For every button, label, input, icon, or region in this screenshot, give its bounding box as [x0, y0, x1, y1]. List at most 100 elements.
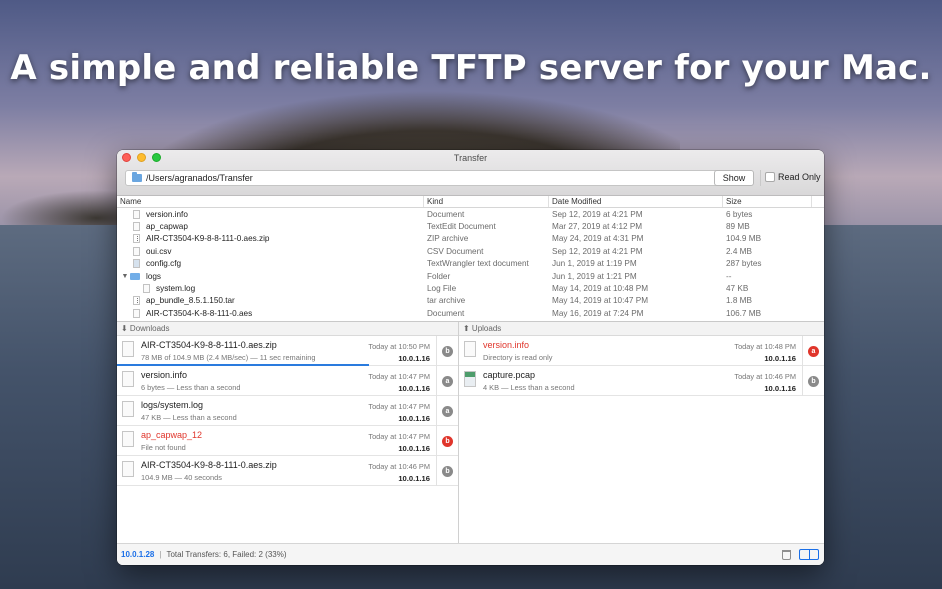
file-size: 47 KB [726, 284, 749, 294]
downloads-header: ⬇ Downloads [117, 322, 458, 336]
column-kind[interactable]: Kind [424, 196, 549, 207]
read-only-checkbox[interactable] [765, 172, 775, 182]
file-kind: Document [427, 308, 465, 318]
transfer-time: Today at 10:47 PM [368, 432, 430, 441]
config-file-icon [133, 259, 140, 269]
transfer-ip: 10.0.1.16 [398, 444, 430, 453]
file-date: Sep 12, 2019 at 4:21 PM [552, 209, 643, 219]
document-icon [133, 308, 140, 318]
download-item[interactable]: ap_capwap_12 File not found Today at 10:… [117, 426, 458, 456]
mode-badge: b [442, 466, 453, 477]
document-icon [133, 209, 140, 219]
transfer-filename: logs/system.log [141, 400, 204, 410]
status-bar: 10.0.1.28 | Total Transfers: 6, Failed: … [117, 543, 824, 565]
transfer-ip: 10.0.1.16 [764, 384, 796, 393]
file-list-header: Name Kind Date Modified Size [117, 196, 824, 208]
uploads-pane: ⬆ Uploads version.info Directory is read… [459, 322, 824, 544]
upload-item[interactable]: version.info Directory is read only Toda… [459, 336, 824, 366]
transfer-time: Today at 10:46 PM [368, 462, 430, 471]
file-name: logs [146, 271, 162, 281]
read-only-toggle[interactable]: Read Only [765, 172, 821, 182]
divider [802, 366, 803, 396]
file-row[interactable]: AIR-CT3504-K-8-8-111-0.aes Document May … [117, 307, 824, 319]
file-row[interactable]: oui.csv CSV Document Sep 12, 2019 at 4:2… [117, 245, 824, 257]
divider [436, 456, 437, 486]
file-row[interactable]: ap_capwap TextEdit Document Mar 27, 2019… [117, 220, 824, 232]
transfer-time: Today at 10:47 PM [368, 402, 430, 411]
divider [436, 426, 437, 456]
show-button[interactable]: Show [714, 170, 754, 186]
transfer-time: Today at 10:47 PM [368, 372, 430, 381]
download-item[interactable]: AIR-CT3504-K9-8-8-111-0.aes.zip 104.9 MB… [117, 456, 458, 486]
document-icon [122, 401, 134, 417]
zip-file-icon [122, 461, 134, 477]
transfer-time: Today at 10:50 PM [368, 342, 430, 351]
document-icon [464, 341, 476, 357]
file-name: version.info [146, 209, 188, 219]
headline: A simple and reliable TFTP server for yo… [10, 48, 932, 88]
file-date: Jun 1, 2019 at 1:19 PM [552, 259, 637, 269]
transfer-ip: 10.0.1.16 [398, 414, 430, 423]
file-row[interactable]: config.cfg TextWrangler text document Ju… [117, 258, 824, 270]
column-size[interactable]: Size [723, 196, 812, 207]
read-only-label: Read Only [778, 172, 821, 182]
mode-badge: b [442, 436, 453, 447]
folder-icon [132, 172, 142, 182]
document-icon [122, 431, 134, 447]
split-view-icon[interactable] [799, 549, 819, 560]
trash-icon[interactable] [782, 550, 791, 560]
transfer-filename: ap_capwap_12 [141, 430, 203, 440]
divider [436, 366, 437, 396]
file-name: system.log [156, 284, 196, 294]
document-icon [133, 246, 140, 256]
file-kind: Folder [427, 271, 451, 281]
file-kind: TextWrangler text document [427, 259, 529, 269]
column-date-modified[interactable]: Date Modified [549, 196, 723, 207]
file-size: 6 bytes [726, 209, 753, 219]
transfer-detail: 47 KB — Less than a second [141, 413, 237, 422]
file-list: Name Kind Date Modified Size version.inf… [117, 196, 824, 319]
file-size: 2.4 MB [726, 246, 752, 256]
transfer-panes: ⬇ Downloads AIR-CT3504-K9-8-8-111-0.aes.… [117, 321, 824, 544]
transfer-filename: version.info [141, 370, 188, 380]
server-ip: 10.0.1.28 [121, 550, 155, 559]
document-icon [122, 371, 134, 387]
transfer-ip: 10.0.1.16 [764, 354, 796, 363]
downloads-pane: ⬇ Downloads AIR-CT3504-K9-8-8-111-0.aes.… [117, 322, 459, 544]
download-item[interactable]: version.info 6 bytes — Less than a secon… [117, 366, 458, 396]
file-date: May 14, 2019 at 10:47 PM [552, 296, 649, 306]
path-popup[interactable]: /Users/agranados/Transfer ▲▼ [125, 170, 726, 186]
column-name[interactable]: Name [117, 196, 424, 207]
file-row[interactable]: version.info Document Sep 12, 2019 at 4:… [117, 208, 824, 220]
file-date: Mar 27, 2019 at 4:12 PM [552, 222, 643, 232]
download-item[interactable]: AIR-CT3504-K9-8-8-111-0.aes.zip 78 MB of… [117, 336, 458, 366]
file-kind: ZIP archive [427, 234, 469, 244]
file-name: ap_bundle_8.5.1.150.tar [146, 296, 235, 306]
upload-item[interactable]: capture.pcap 4 KB — Less than a second T… [459, 366, 824, 396]
file-date: May 24, 2019 at 4:31 PM [552, 234, 644, 244]
disclosure-triangle-icon[interactable]: ▼ [120, 273, 130, 280]
titlebar: Transfer /Users/agranados/Transfer ▲▼ Sh… [117, 150, 824, 196]
file-row[interactable]: AIR-CT3504-K9-8-8-111-0.aes.zip ZIP arch… [117, 233, 824, 245]
transfer-time: Today at 10:48 PM [734, 342, 796, 351]
transfer-window: Transfer /Users/agranados/Transfer ▲▼ Sh… [117, 150, 824, 565]
toolbar-divider [760, 170, 761, 186]
mode-badge: a [442, 406, 453, 417]
archive-icon [133, 296, 140, 306]
file-size: -- [726, 271, 732, 281]
file-date: Jun 1, 2019 at 1:21 PM [552, 271, 637, 281]
file-name: AIR-CT3504-K-8-8-111-0.aes [146, 308, 253, 318]
transfer-filename: capture.pcap [483, 370, 536, 380]
file-row[interactable]: ap_bundle_8.5.1.150.tar tar archive May … [117, 295, 824, 307]
file-row[interactable]: system.log Log File May 14, 2019 at 10:4… [117, 282, 824, 294]
file-date: Sep 12, 2019 at 4:21 PM [552, 246, 643, 256]
file-size: 89 MB [726, 222, 750, 232]
pcap-file-icon [464, 371, 476, 387]
transfer-detail: 78 MB of 104.9 MB (2.4 MB/sec) — 11 sec … [141, 353, 316, 362]
download-item[interactable]: logs/system.log 47 KB — Less than a seco… [117, 396, 458, 426]
file-name: oui.csv [146, 246, 172, 256]
window-title: Transfer [453, 153, 488, 163]
folder-row[interactable]: ▼ logs Folder Jun 1, 2019 at 1:21 PM -- [117, 270, 824, 282]
transfer-detail: 104.9 MB — 40 seconds [141, 473, 222, 482]
transfer-summary: Total Transfers: 6, Failed: 2 (33%) [166, 550, 287, 559]
